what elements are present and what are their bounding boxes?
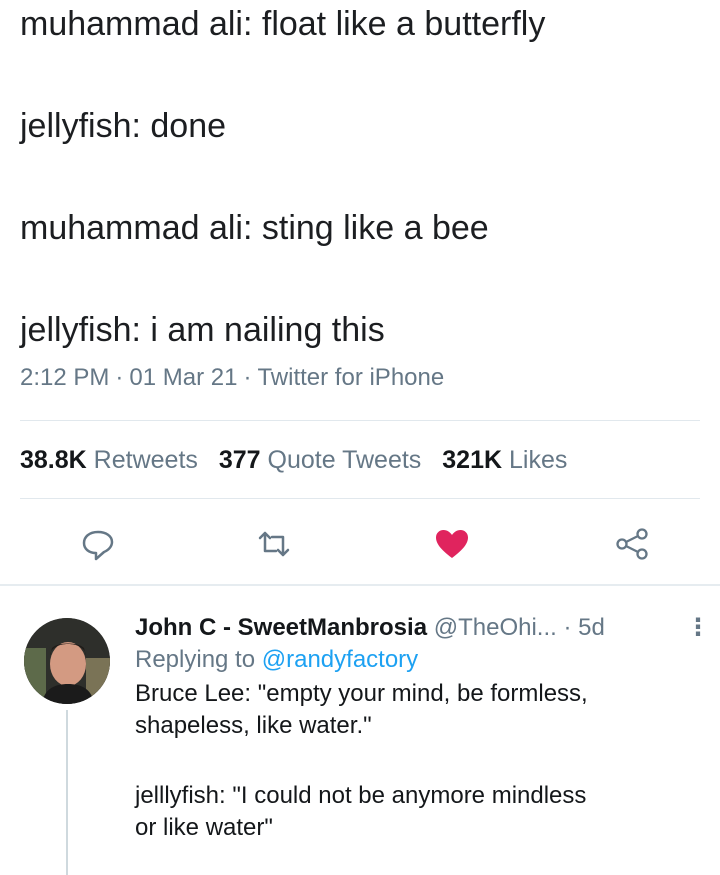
reply-body: Bruce Lee: "empty your mind, be formless… [135,678,710,844]
tweet-source[interactable]: Twitter for iPhone [257,364,444,391]
tweet-date[interactable]: 01 Mar 21 [129,364,237,391]
likes-count: 321K [442,446,503,474]
share-button[interactable] [612,524,652,564]
retweets-label: Retweets [93,446,198,474]
retweets-stat[interactable]: 38.8K Retweets [20,446,198,474]
thread-line [66,710,68,875]
reply-tweet[interactable]: John C - SweetManbrosia @TheOhi... · 5d … [135,612,710,844]
likes-label: Likes [508,446,568,474]
reply-body-line: or like water" [135,814,273,841]
replying-to: Replying to @randyfactory [135,644,710,676]
quotes-count: 377 [218,446,261,474]
like-button[interactable] [432,524,472,564]
tweet-meta: 2:12 PM · 01 Mar 21 · Twitter for iPhone [20,364,445,391]
reply-icon [82,530,114,561]
reply-header: John C - SweetManbrosia @TheOhi... · 5d … [135,612,710,644]
quotes-stat[interactable]: 377 Quote Tweets [219,446,421,474]
share-icon [616,528,648,560]
tweet-line-2: jellyfish: done [20,107,227,145]
reply-body-line: jelllyfish: "I could not be anymore mind… [135,782,587,809]
heart-icon [436,530,468,558]
quotes-label: Quote Tweets [267,446,422,474]
replying-to-label: Replying to [135,646,256,673]
retweets-count: 38.8K [20,446,87,474]
reply-author-name[interactable]: John C - SweetManbrosia [135,614,427,641]
reply-body-line: Bruce Lee: "empty your mind, be formless… [135,680,588,707]
more-options-icon[interactable]: ⋮ [686,612,710,644]
divider [20,420,700,421]
divider [20,498,700,499]
likes-stat[interactable]: 321K Likes [442,446,567,474]
retweet-button[interactable] [254,524,294,564]
reply-body-line: shapeless, like water." [135,712,372,739]
tweet-time[interactable]: 2:12 PM [20,364,109,391]
tweet-line-3: muhammad ali: sting like a bee [20,209,489,247]
tweet-line-4: jellyfish: i am nailing this [20,311,385,349]
reply-button[interactable] [78,524,118,564]
reply-time[interactable]: 5d [578,614,605,641]
section-divider [0,584,720,586]
avatar[interactable] [24,618,110,704]
replying-to-handle[interactable]: @randyfactory [262,646,418,673]
tweet-line-1: muhammad ali: float like a butterfly [20,5,546,43]
retweet-icon [258,531,290,557]
reply-author-handle[interactable]: @TheOhi... [434,614,557,641]
tweet-stats: 38.8K Retweets 377 Quote Tweets 321K Lik… [20,446,581,475]
